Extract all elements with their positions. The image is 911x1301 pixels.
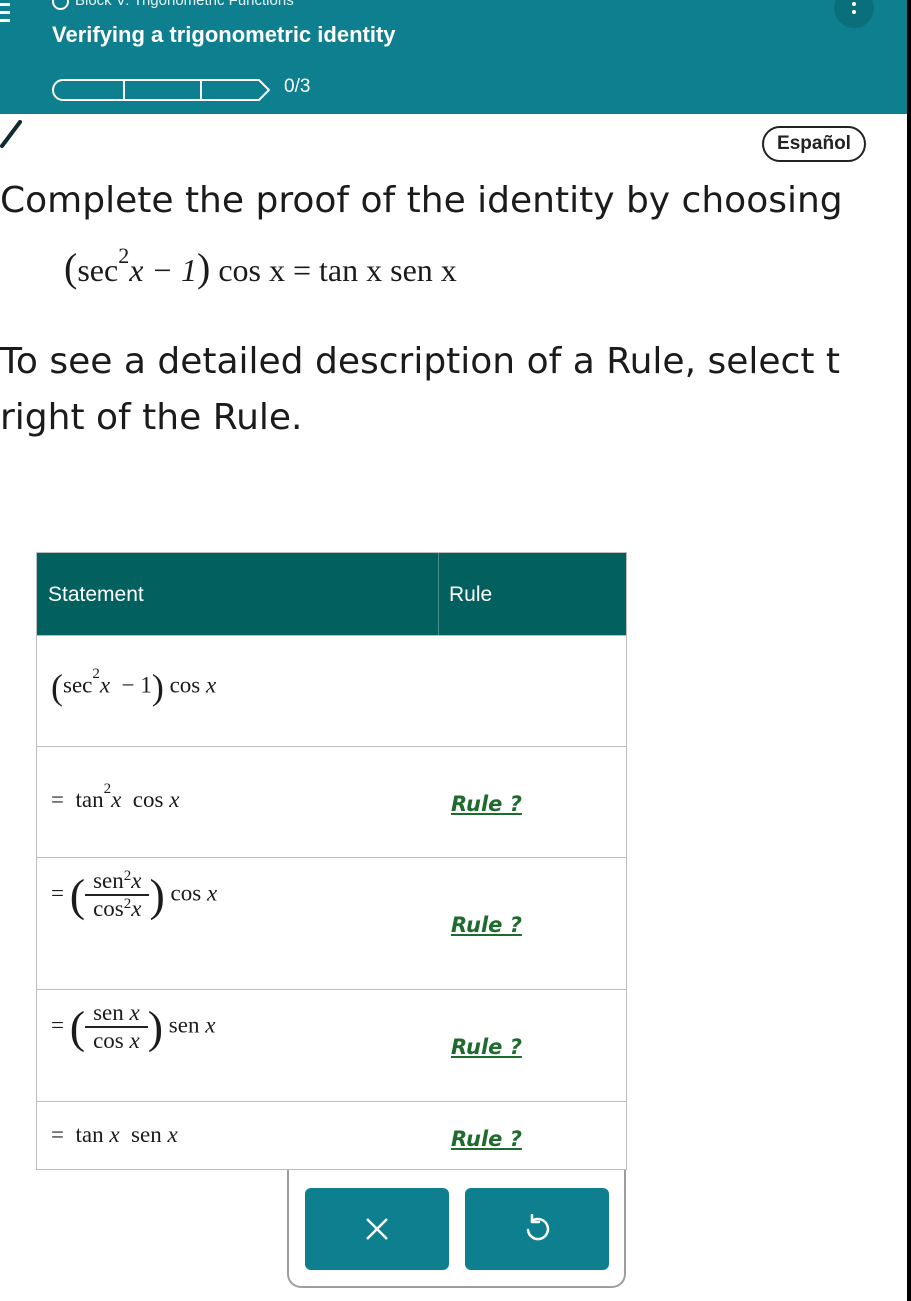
rule-link[interactable]: Rule ? <box>451 1035 522 1059</box>
checkmark-icon <box>0 120 22 148</box>
x-icon <box>366 1218 388 1240</box>
instruction-line-1: Complete the proof of the identity by ch… <box>0 180 843 221</box>
instruction-line-2: To see a detailed description of a Rule,… <box>0 341 840 438</box>
more-options-icon[interactable] <box>834 0 874 28</box>
progress-bar <box>52 79 270 101</box>
table-row: = (sen2x cos2x) cos x Rule ? <box>37 857 626 989</box>
window-edge <box>907 0 911 1301</box>
breadcrumb: Block V: Trigonometric Functions <box>52 0 294 10</box>
language-button[interactable]: Español <box>762 126 866 162</box>
breadcrumb-text: Block V: Trigonometric Functions <box>75 0 294 9</box>
statement-cell: = tan x sen x <box>51 1122 178 1147</box>
menu-icon[interactable] <box>0 0 12 30</box>
table-header: Statement Rule <box>37 553 626 635</box>
rule-link[interactable]: Rule ? <box>451 1127 522 1151</box>
proof-table: Statement Rule (sec2x − 1) cos x = tan2x… <box>36 552 627 1170</box>
clear-button[interactable] <box>305 1188 449 1270</box>
progress-count: 0/3 <box>284 76 311 97</box>
rule-link[interactable]: Rule ? <box>451 792 522 816</box>
page-title: Verifying a trigonometric identity <box>52 22 396 47</box>
table-row: = tan2x cos x Rule ? <box>37 746 626 857</box>
topic-circle-icon <box>52 0 69 10</box>
statement-cell: (sec2x − 1) cos x <box>51 666 217 707</box>
header-bar: Block V: Trigonometric Functions Verifyi… <box>0 0 911 114</box>
table-row: = tan x sen x Rule ? <box>37 1101 626 1171</box>
table-row: = (sen x cos x) sen x Rule ? <box>37 989 626 1101</box>
undo-icon <box>526 1214 550 1241</box>
action-panel <box>287 1170 626 1288</box>
rule-link[interactable]: Rule ? <box>451 913 522 937</box>
rule-header: Rule <box>449 583 493 606</box>
statement-header: Statement <box>48 583 144 606</box>
statement-cell: = (sen x cos x) sen x <box>51 1000 216 1053</box>
table-row: (sec2x − 1) cos x <box>37 635 626 746</box>
statement-cell: = (sen2x cos2x) cos x <box>51 868 218 921</box>
statement-cell: = tan2x cos x <box>51 781 180 812</box>
identity-equation: (sec2x − 1) cos x = tan x sen x <box>64 243 457 290</box>
undo-button[interactable] <box>465 1188 609 1270</box>
